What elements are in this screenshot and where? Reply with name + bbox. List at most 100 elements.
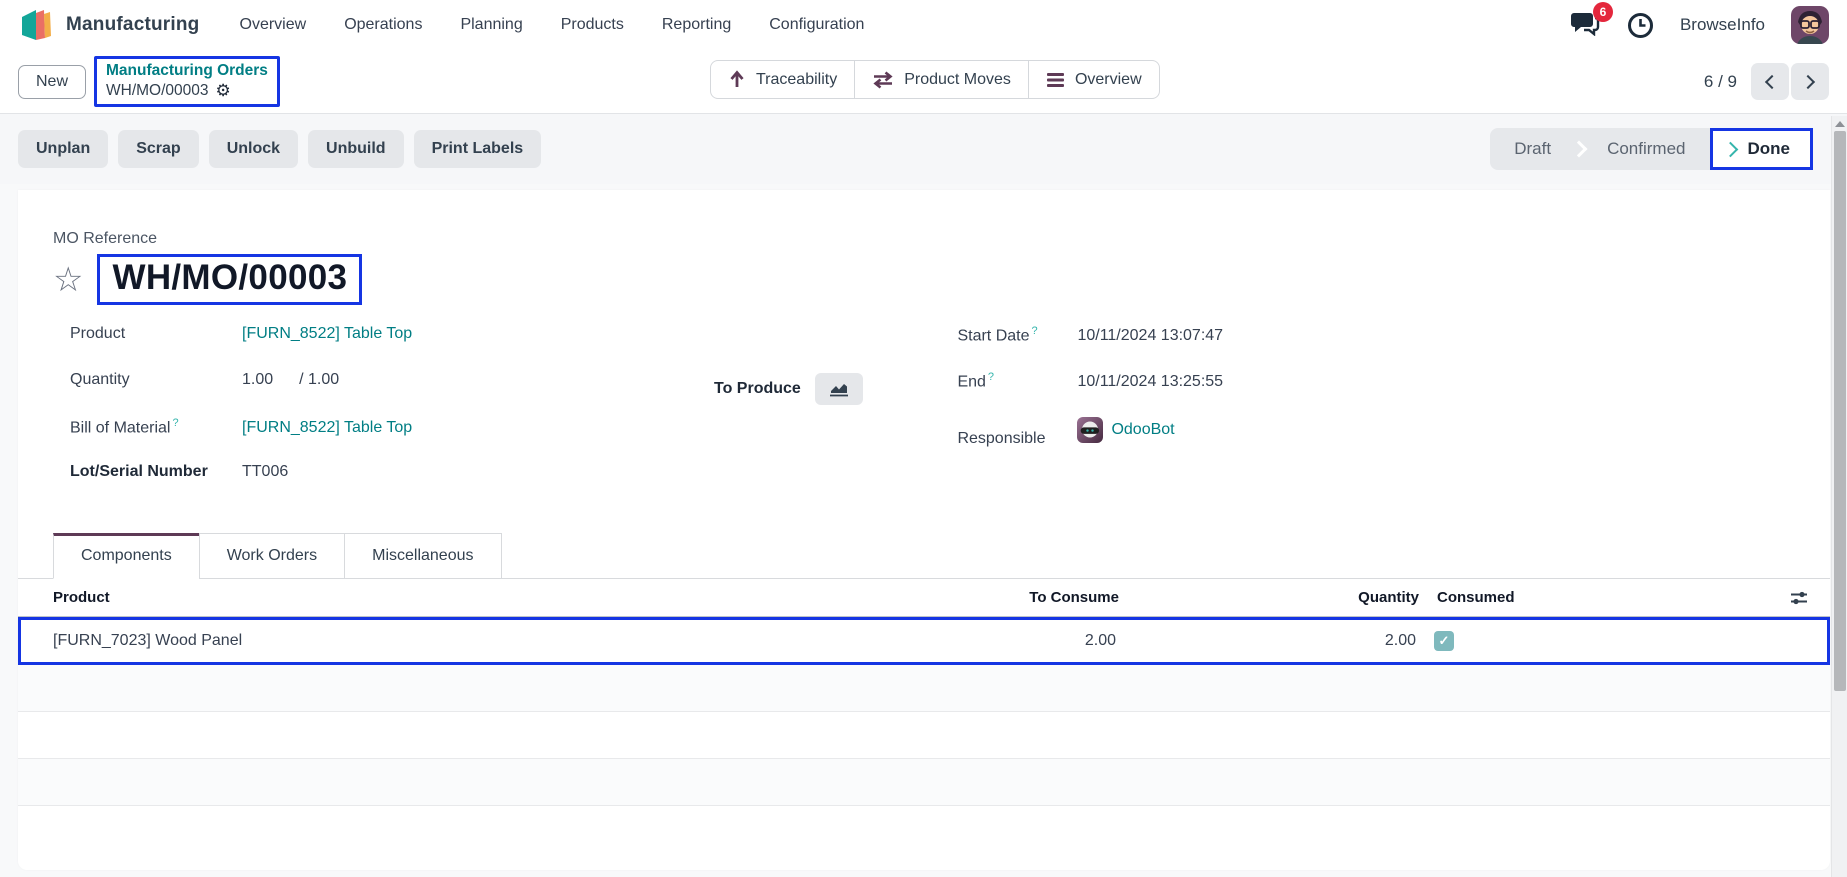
pager-next-button[interactable] <box>1791 63 1829 100</box>
optional-columns-button[interactable] <box>1768 589 1830 607</box>
pager-count: 6 / 9 <box>1704 72 1737 92</box>
quantity-total: / 1.00 <box>299 371 339 389</box>
scrollbar-up-arrow[interactable] <box>1835 121 1845 127</box>
help-icon: ? <box>172 417 178 429</box>
col-to-consume-header[interactable]: To Consume <box>953 589 1123 606</box>
chevron-right-icon <box>1801 74 1815 88</box>
mo-reference-label: MO Reference <box>18 230 1830 248</box>
odoobot-avatar <box>1077 417 1103 443</box>
quantity-field: Quantity 1.00 / 1.00 <box>70 371 736 417</box>
overview-button[interactable]: Overview <box>1028 60 1160 99</box>
chevron-right-teal-icon <box>1722 141 1738 157</box>
product-label: Product <box>70 325 242 343</box>
col-quantity-header[interactable]: Quantity <box>1123 589 1423 606</box>
responsible-link[interactable]: OdooBot <box>1111 421 1174 439</box>
action-bar: Unplan Scrap Unlock Unbuild Print Labels… <box>0 114 1847 184</box>
unplan-button[interactable]: Unplan <box>18 130 108 168</box>
lot-field: Lot/Serial Number TT006 <box>70 463 736 509</box>
start-date-label: Start Date <box>957 327 1029 344</box>
menu-reporting[interactable]: Reporting <box>662 16 731 34</box>
scrollbar-thumb[interactable] <box>1834 131 1846 691</box>
quantity-value[interactable]: 1.00 <box>242 371 273 389</box>
top-navbar: Manufacturing Overview Operations Planni… <box>0 0 1847 50</box>
scrap-button[interactable]: Scrap <box>118 130 198 168</box>
responsible-label: Responsible <box>957 430 1077 448</box>
new-button[interactable]: New <box>18 65 86 99</box>
bars-icon <box>1046 72 1065 88</box>
end-date-value[interactable]: 10/11/2024 13:25:55 <box>1077 373 1223 391</box>
menu-overview[interactable]: Overview <box>240 16 307 34</box>
menu-planning[interactable]: Planning <box>460 16 522 34</box>
product-link[interactable]: [FURN_8522] Table Top <box>242 325 412 343</box>
empty-table-row <box>18 665 1830 712</box>
chevron-left-icon <box>1765 74 1779 88</box>
breadcrumb-parent-link[interactable]: Manufacturing Orders <box>106 61 268 80</box>
to-produce-label: To Produce <box>714 380 801 398</box>
component-quantity[interactable]: 2.00 <box>1120 632 1420 650</box>
status-bar: Draft Confirmed Done <box>1490 128 1813 170</box>
components-table-header: Product To Consume Quantity Consumed <box>18 579 1830 617</box>
manufacturing-app-icon <box>18 7 56 43</box>
smart-buttons: Traceability Product Moves Overview <box>710 60 1160 99</box>
empty-table-row <box>18 712 1830 759</box>
component-product[interactable]: [FURN_7023] Wood Panel <box>21 632 950 650</box>
help-icon: ? <box>1031 325 1037 337</box>
breadcrumb-current: WH/MO/00003 <box>106 81 209 100</box>
bom-label: Bill of Material <box>70 419 170 436</box>
empty-table-row <box>18 806 1830 870</box>
col-product-header[interactable]: Product <box>18 589 953 606</box>
menu-configuration[interactable]: Configuration <box>769 16 864 34</box>
responsible-field: Responsible OdooBot <box>957 417 1223 463</box>
mo-reference-field[interactable]: WH/MO/00003 <box>97 254 362 305</box>
form-sheet: MO Reference ☆ WH/MO/00003 Product [FURN… <box>18 190 1830 870</box>
status-done[interactable]: Done <box>1710 128 1814 170</box>
traceability-button[interactable]: Traceability <box>710 60 855 99</box>
end-date-field: End? 10/11/2024 13:25:55 <box>957 371 1223 417</box>
user-name[interactable]: BrowseInfo <box>1680 15 1765 35</box>
gear-icon[interactable]: ⚙ <box>216 80 231 101</box>
lot-label: Lot/Serial Number <box>70 463 242 481</box>
bom-field: Bill of Material? [FURN_8522] Table Top <box>70 417 736 463</box>
status-draft[interactable]: Draft <box>1490 128 1575 170</box>
help-icon: ? <box>988 371 994 383</box>
menu-products[interactable]: Products <box>561 16 624 34</box>
tab-miscellaneous[interactable]: Miscellaneous <box>344 533 501 579</box>
quantity-label: Quantity <box>70 371 242 389</box>
consumed-checkbox[interactable]: ✓ <box>1434 631 1454 651</box>
mo-reference-value: WH/MO/00003 <box>112 258 347 297</box>
menu-operations[interactable]: Operations <box>344 16 422 34</box>
to-produce-forecast-button[interactable] <box>815 373 863 405</box>
unlock-button[interactable]: Unlock <box>209 130 298 168</box>
control-panel: New Manufacturing Orders WH/MO/00003 ⚙ T… <box>0 50 1847 114</box>
breadcrumb: Manufacturing Orders WH/MO/00003 ⚙ <box>94 56 280 108</box>
status-confirmed[interactable]: Confirmed <box>1583 128 1709 170</box>
tab-work-orders[interactable]: Work Orders <box>199 533 345 579</box>
messages-button[interactable]: 6 <box>1571 10 1601 41</box>
pager-previous-button[interactable] <box>1751 63 1789 100</box>
component-row[interactable]: [FURN_7023] Wood Panel 2.00 2.00 ✓ <box>18 617 1830 665</box>
component-to-consume[interactable]: 2.00 <box>950 632 1120 650</box>
exchange-arrows-icon <box>872 71 894 89</box>
start-date-field: Start Date? 10/11/2024 13:07:47 <box>957 325 1223 371</box>
sliders-icon <box>1789 589 1809 607</box>
unbuild-button[interactable]: Unbuild <box>308 130 404 168</box>
product-moves-button[interactable]: Product Moves <box>854 60 1029 99</box>
app-title: Manufacturing <box>66 14 200 36</box>
area-chart-icon <box>828 381 850 398</box>
notebook-tabs: Components Work Orders Miscellaneous <box>18 533 1830 579</box>
vertical-scrollbar[interactable] <box>1831 116 1847 877</box>
start-date-value[interactable]: 10/11/2024 13:07:47 <box>1077 327 1223 345</box>
lot-value[interactable]: TT006 <box>242 463 288 481</box>
col-consumed-header[interactable]: Consumed <box>1423 589 1768 606</box>
arrow-up-icon <box>728 70 746 89</box>
bom-link[interactable]: [FURN_8522] Table Top <box>242 419 412 437</box>
activities-clock-icon[interactable] <box>1627 12 1654 39</box>
print-labels-button[interactable]: Print Labels <box>414 130 542 168</box>
empty-table-row <box>18 759 1830 806</box>
tab-components[interactable]: Components <box>53 533 200 579</box>
user-avatar[interactable] <box>1791 6 1829 44</box>
favorite-star-icon[interactable]: ☆ <box>53 263 83 297</box>
app-brand[interactable]: Manufacturing <box>18 7 200 43</box>
form-fields: Product [FURN_8522] Table Top Quantity 1… <box>18 325 1830 509</box>
messages-badge: 6 <box>1593 2 1613 22</box>
